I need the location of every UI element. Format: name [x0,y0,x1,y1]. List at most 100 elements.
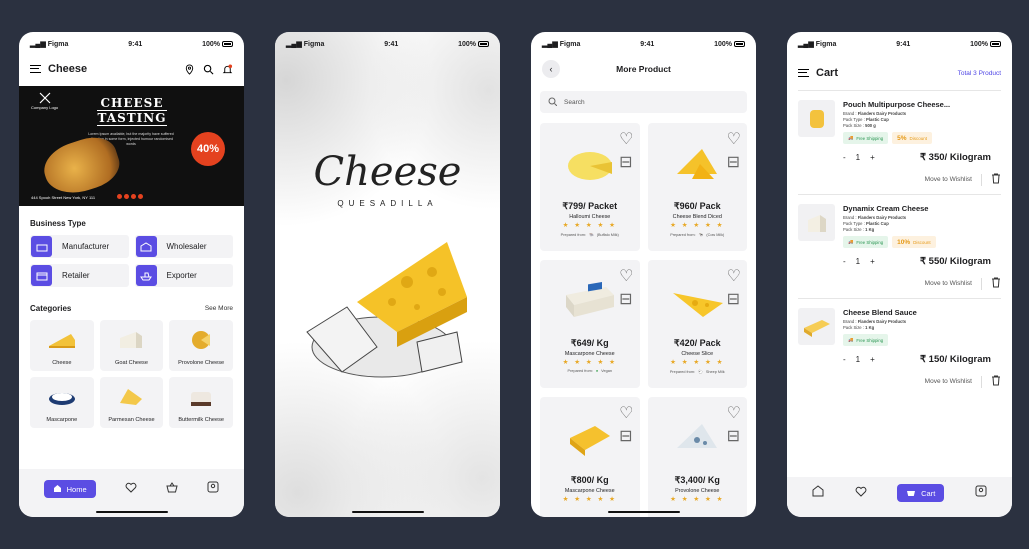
search-icon [548,97,558,108]
basket-icon[interactable]: ⊟ [619,152,633,172]
search-input[interactable]: Search [540,91,747,113]
notification-bell-icon[interactable] [222,63,233,75]
heart-icon[interactable]: ♡ [619,403,633,423]
item-price: ₹ 350/ Kilogram [920,152,991,163]
product-card[interactable]: ♡ ⊟ ₹800/ Kg Mascarpone Cheese ★ ★ ★ ★ ★ [540,397,640,517]
truck-icon: 🚚 [848,337,854,342]
nav-profile-icon[interactable] [975,484,987,502]
basket-icon [906,488,916,499]
discount-badge: 5% Discount [892,132,933,144]
category-provolone-cheese[interactable]: Provolone Cheese [169,320,233,371]
carrier: Figma [47,40,69,48]
basket-icon[interactable]: ⊟ [619,289,633,309]
buffalo-icon: 🐃 [589,233,594,237]
categories-heading: Categories [30,304,72,313]
nav-cart-button[interactable]: Cart [897,484,945,502]
item-price: ₹ 150/ Kilogram [920,354,991,365]
category-mascarpone[interactable]: Mascarpone [30,377,94,428]
nav-wishlist-icon[interactable] [855,484,867,502]
page-title: Cheese [48,63,88,75]
increase-qty-button[interactable]: + [870,153,875,162]
nav-home-button[interactable]: Home [43,480,96,498]
home-icon [53,484,62,495]
product-thumbnail [798,100,835,137]
business-retailer[interactable]: Retailer [30,264,129,287]
home-indicator [351,510,424,513]
back-button[interactable]: ‹ [542,60,560,78]
nav-wishlist-icon[interactable] [125,480,137,498]
search-icon[interactable] [203,64,214,75]
move-to-wishlist-button[interactable]: Move to Wishlist [925,378,972,385]
category-goat-cheese[interactable]: Goat Cheese [99,320,164,371]
cheese-illustration [306,242,467,378]
basket-icon[interactable]: ⊟ [727,152,741,172]
item-price: ₹ 550/ Kilogram [920,256,991,267]
product-card[interactable]: ♡ ⊟ ₹799/ Packet Halloumi Cheese ★ ★ ★ ★ ★ … [540,123,640,251]
heart-icon[interactable]: ♡ [727,266,741,286]
cart-item: Cheese Blend Sauce Brand : Flanders Dair… [798,298,1001,396]
chevron-left-icon: ‹ [549,64,553,74]
qty-value: 1 [855,153,861,162]
heart-icon[interactable]: ♡ [619,266,633,286]
signal-icon: ▂▄▆ [286,41,302,48]
decrease-qty-button[interactable]: - [843,257,846,266]
menu-icon[interactable] [30,65,41,73]
splash-screen: ▂▄▆ Figma 9:41 100% Cheese QUESADILLA [275,32,500,517]
splash-subtitle: QUESADILLA [337,199,438,208]
social-icons [117,194,143,199]
page-title: More Product [616,64,671,74]
heart-icon[interactable]: ♡ [619,129,633,149]
product-card[interactable]: ♡ ⊟ ₹3,400/ Kg Provolone Cheese ★ ★ ★ ★ ★ [647,397,747,517]
promo-banner[interactable]: Company Logo CHEESE TASTING Lorem Ipsum a… [19,86,244,206]
heart-icon[interactable]: ♡ [727,129,741,149]
increase-qty-button[interactable]: + [870,355,875,364]
product-thumbnail [798,308,835,345]
basket-icon[interactable]: ⊟ [727,426,741,446]
sheep-icon: 🐑 [698,370,703,374]
basket-icon[interactable]: ⊟ [619,426,633,446]
product-card[interactable]: ♡ ⊟ ₹960/ Pack Cheese Blend Diced ★ ★ ★ ★ ★… [647,123,747,251]
company-logo: Company Logo [31,92,58,110]
discount-badge: 10% Discount [892,236,936,248]
cart-item: Pouch Multipurpose Cheese... Brand : Fla… [798,90,1001,194]
delete-icon[interactable] [991,375,1001,388]
category-cheese[interactable]: Cheese [30,320,94,371]
signal-icon: ▂▄▆ [30,41,46,48]
increase-qty-button[interactable]: + [870,257,875,266]
product-card[interactable]: ♡ ⊟ ₹420/ Pack Cheese Slice ★ ★ ★ ★ ★ Prepa… [647,260,747,388]
delete-icon[interactable] [991,277,1001,290]
nav-profile-icon[interactable] [207,480,219,498]
bottom-nav: Home [19,469,244,517]
category-buttermilk-cheese[interactable]: Buttermilk Cheese [169,377,233,428]
business-manufacturer[interactable]: Manufacturer [30,235,129,258]
heart-icon[interactable]: ♡ [727,403,741,423]
home-indicator [607,510,680,513]
warehouse-icon [135,236,157,257]
vegan-icon: ● [595,369,599,373]
store-icon [31,265,52,286]
move-to-wishlist-button[interactable]: Move to Wishlist [925,280,972,287]
menu-icon[interactable] [798,69,809,77]
basket-icon[interactable]: ⊟ [727,289,741,309]
business-exporter[interactable]: Exporter [134,264,233,287]
nav-basket-icon[interactable] [166,480,178,498]
delete-icon[interactable] [991,173,1001,186]
home-indicator [95,510,168,513]
decrease-qty-button[interactable]: - [843,355,846,364]
business-wholesaler[interactable]: Wholesaler [134,235,233,258]
nav-home-icon[interactable] [812,484,824,502]
item-name: Cheese Blend Sauce [843,308,917,317]
product-list-screen: ▂▄▆ Figma 9:41 100% ‹ More Product Search… [531,32,756,517]
status-bar: ▂▄▆ Figma 9:41 100% [787,32,1012,56]
category-parmesan-cheese[interactable]: Parmesan Cheese [99,377,164,428]
product-card[interactable]: ♡ ⊟ ₹649/ Kg Mascarpone Cheese ★ ★ ★ ★ ★ Pr… [540,260,640,388]
cart-total-count: Total 3 Product [957,69,1001,77]
see-more-link[interactable]: See More [205,305,233,312]
decrease-qty-button[interactable]: - [843,153,846,162]
status-time: 9:41 [128,40,143,48]
bottom-nav: Cart [787,477,1012,517]
location-icon[interactable] [184,63,195,75]
free-shipping-badge: 🚚 Free Shipping [843,132,889,144]
status-bar: ▂▄▆ Figma 9:41 100% [275,32,500,56]
move-to-wishlist-button[interactable]: Move to Wishlist [925,176,972,183]
